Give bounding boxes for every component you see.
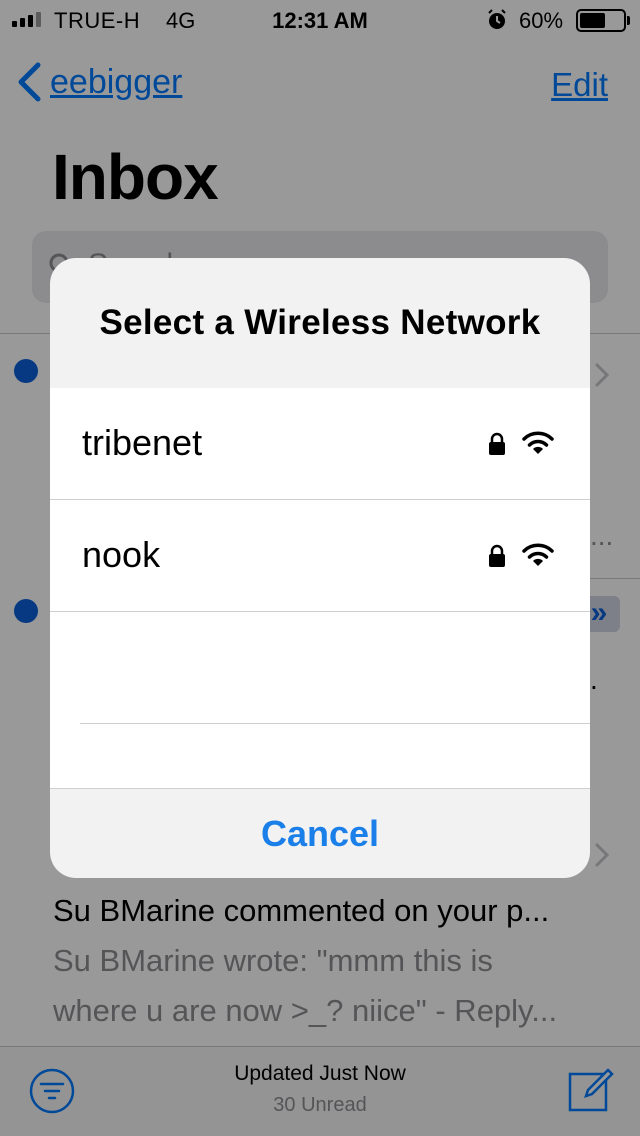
network-row-nook[interactable]: nook <box>50 500 590 612</box>
lock-icon <box>488 544 506 573</box>
network-list: tribenet nook <box>50 388 590 788</box>
wifi-icon <box>522 430 554 461</box>
cancel-button[interactable]: Cancel <box>50 789 590 878</box>
lock-icon <box>488 432 506 461</box>
network-name: nook <box>82 534 161 575</box>
network-row-tribenet[interactable]: tribenet <box>50 388 590 500</box>
wireless-network-alert: Select a Wireless Network tribenet nook <box>50 258 590 878</box>
empty-network-row <box>50 612 590 724</box>
network-name: tribenet <box>82 422 203 463</box>
wifi-icon <box>522 542 554 573</box>
row-divider <box>80 723 590 724</box>
alert-title: Select a Wireless Network <box>99 303 541 342</box>
